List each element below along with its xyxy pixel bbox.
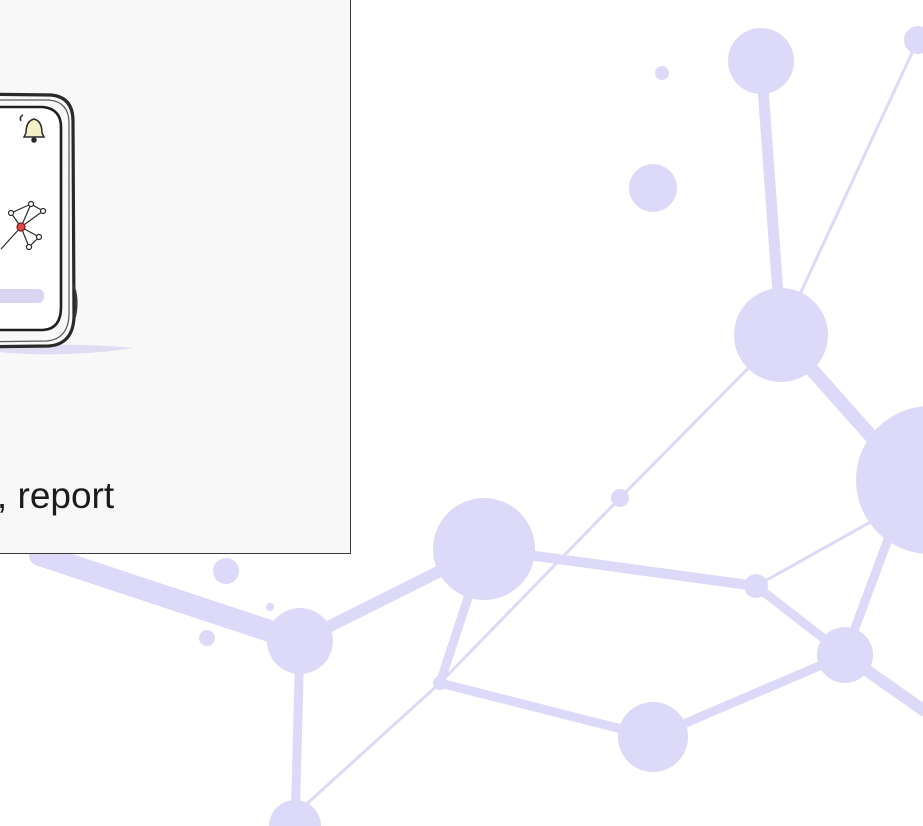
feature-card: nitor, report	[0, 0, 351, 554]
device-illustration-icon	[0, 92, 134, 355]
card-caption: nitor, report	[0, 475, 115, 516]
page: nitor, report	[0, 0, 923, 826]
